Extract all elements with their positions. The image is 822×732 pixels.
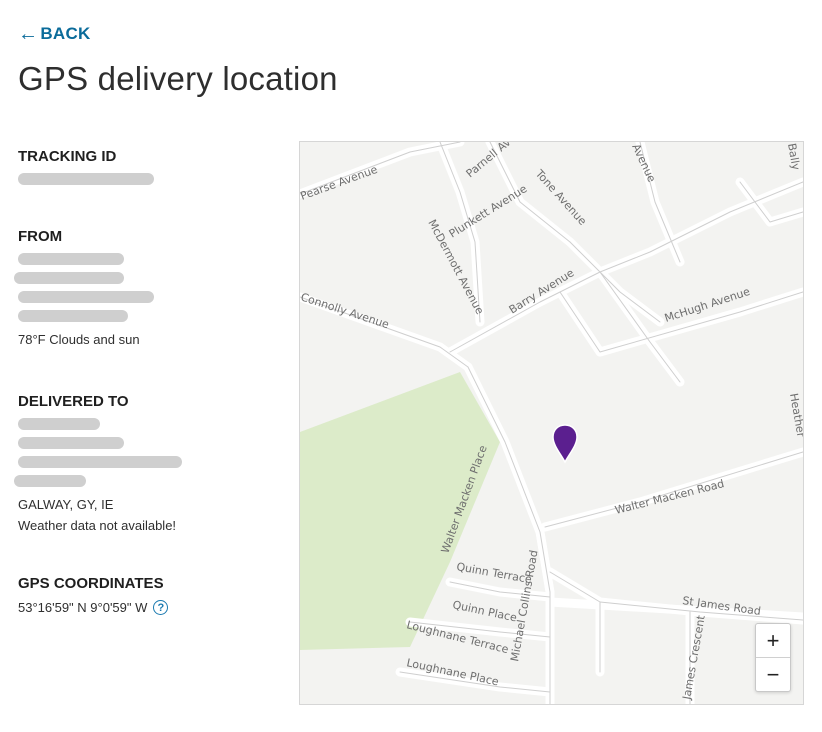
street-label: James Crescent <box>680 614 708 702</box>
street-label: Avenue <box>629 142 658 185</box>
redacted-delivered-line-4 <box>14 475 86 487</box>
delivered-weather: Weather data not available! <box>18 518 177 533</box>
from-section: FROM 78°F Clouds and sun <box>14 228 154 350</box>
delivered-to-label: DELIVERED TO <box>18 393 129 410</box>
redacted-from-line-2 <box>14 272 124 284</box>
redacted-from-line-3 <box>18 291 154 303</box>
redacted-tracking-id <box>18 173 154 185</box>
street-label: Connolly Avenue <box>300 290 391 331</box>
street-label: Michael Collins Road <box>508 549 540 663</box>
redacted-from-line-1 <box>18 253 124 265</box>
street-label: Pearse Avenue <box>300 163 379 203</box>
street-label: Heather <box>787 392 803 438</box>
tracking-section: TRACKING ID <box>18 148 154 192</box>
redacted-delivered-line-3 <box>18 456 182 468</box>
page-title: GPS delivery location <box>18 60 338 97</box>
back-link[interactable]: ← BACK <box>18 24 91 44</box>
location-pin-icon <box>552 424 578 464</box>
from-label: FROM <box>18 228 63 245</box>
delivery-map[interactable]: Pearse Avenue Parnell Avenue Tone Avenue… <box>299 141 804 705</box>
arrow-left-icon: ← <box>18 23 39 45</box>
from-weather: 78°F Clouds and sun <box>18 332 140 347</box>
redacted-delivered-line-1 <box>18 418 100 430</box>
gps-label: GPS COORDINATES <box>18 575 164 592</box>
zoom-out-button[interactable]: − <box>756 658 790 691</box>
map-canvas: Pearse Avenue Parnell Avenue Tone Avenue… <box>300 142 803 704</box>
delivered-to-section: DELIVERED TO GALWAY, GY, IE Weather data… <box>14 393 182 536</box>
delivered-city: GALWAY, GY, IE <box>18 497 114 512</box>
help-icon[interactable]: ? <box>153 600 169 615</box>
redacted-from-line-4 <box>18 310 128 322</box>
tracking-label: TRACKING ID <box>18 148 117 165</box>
street-label: Bally <box>785 142 803 171</box>
zoom-in-button[interactable]: + <box>756 624 790 657</box>
gps-coordinates: 53°16'59" N 9°0'59" W <box>18 600 148 615</box>
gps-section: GPS COORDINATES 53°16'59" N 9°0'59" W ? <box>18 575 169 615</box>
back-label: BACK <box>40 24 91 43</box>
street-label: Walter Macken Road <box>614 477 726 517</box>
street-label: Quinn Place <box>451 598 518 624</box>
redacted-delivered-line-2 <box>18 437 124 449</box>
zoom-control: + − <box>755 623 791 692</box>
